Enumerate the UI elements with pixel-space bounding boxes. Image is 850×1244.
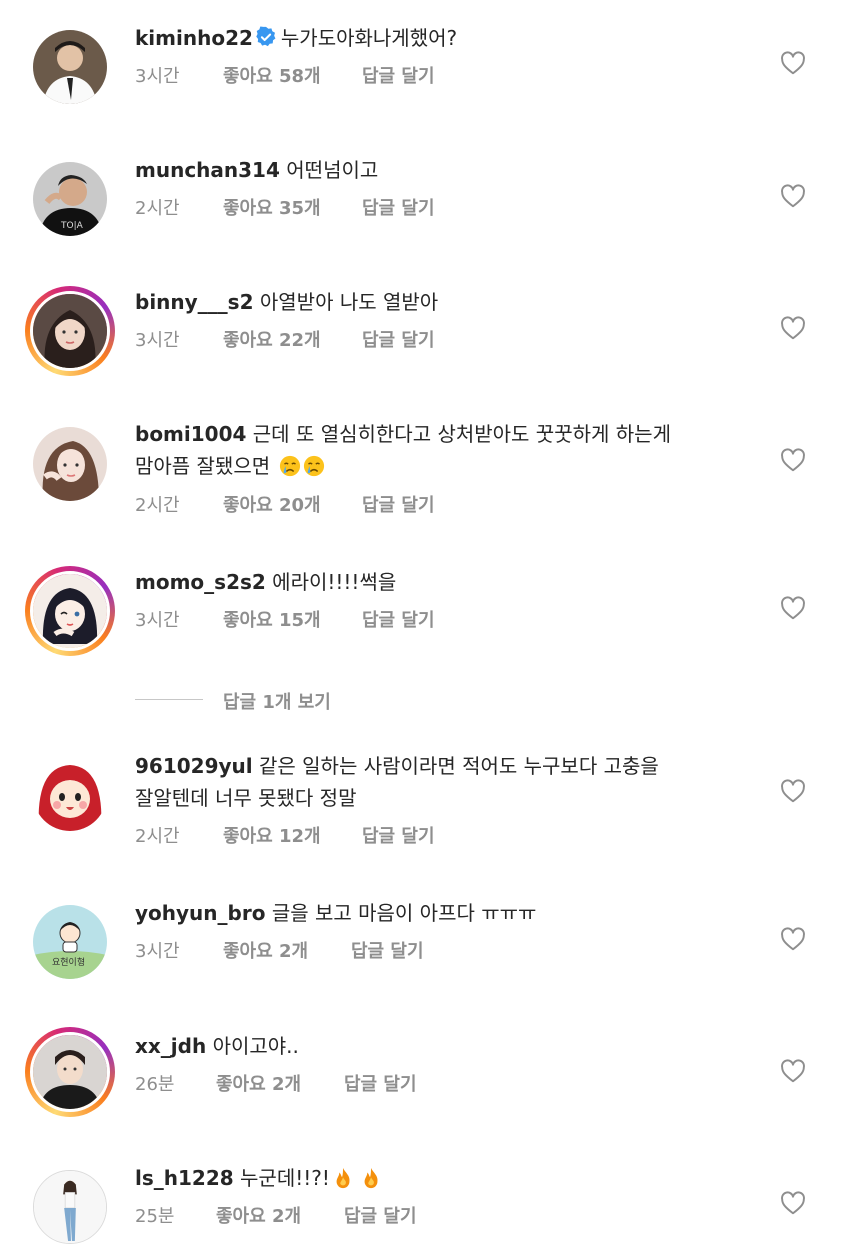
reply-button[interactable]: 답글 달기 [351,937,424,963]
username[interactable]: ls_h1228 [135,1166,234,1190]
crying-face-emoji [303,455,324,477]
likes-count[interactable]: 좋아요 12개 [223,822,321,848]
avatar[interactable]: TO|A [33,162,107,236]
reply-button[interactable]: 답글 달기 [362,62,435,88]
heart-icon[interactable] [780,316,806,340]
likes-count[interactable]: 좋아요 35개 [223,194,321,220]
view-replies-label[interactable]: 답글 1개 보기 [223,688,331,714]
avatar-story-ring[interactable] [25,566,115,656]
comment-text: 아열받아 나도 열받아 [259,290,439,314]
comment-time: 25분 [135,1206,175,1227]
reply-button[interactable]: 답글 달기 [344,1070,417,1096]
comment-time: 3시간 [135,941,180,962]
comment-time: 2시간 [135,495,180,516]
comment-text: 누군데!!?! [240,1166,330,1190]
comment-time: 26분 [135,1074,175,1095]
crying-face-emoji [279,455,300,477]
avatar[interactable] [33,1170,107,1244]
comment-time: 2시간 [135,826,180,847]
username[interactable]: kiminho22 [135,26,253,50]
username[interactable]: binny___s2 [135,290,254,314]
heart-icon[interactable] [780,779,806,803]
svg-text:TO|A: TO|A [60,221,84,231]
heart-icon[interactable] [780,448,806,472]
avatar[interactable] [33,757,107,831]
reply-button[interactable]: 답글 달기 [362,491,435,517]
comment-text: 아이고야.. [212,1034,299,1058]
comment-text: 에라이!!!!썩을 [272,570,397,594]
comment-time: 2시간 [135,198,180,219]
comment-time: 3시간 [135,66,180,87]
heart-icon[interactable] [780,596,806,620]
likes-count[interactable]: 좋아요 2개 [216,1070,301,1096]
username[interactable]: bomi1004 [135,422,246,446]
view-replies-button[interactable]: 답글 1개 보기 [135,688,435,714]
reply-button[interactable]: 답글 달기 [344,1202,417,1228]
heart-icon[interactable] [780,1191,806,1215]
comment-text: 근데 또 열심히한다고 상처받아도 꿋꿋하게 하는게 [252,422,671,446]
likes-count[interactable]: 좋아요 2개 [223,937,308,963]
avatar[interactable]: 요현이형 [33,905,107,979]
username[interactable]: yohyun_bro [135,901,265,925]
comment-text-line2: 맘아픔 잘됐으면 [135,454,271,478]
comment-time: 3시간 [135,330,180,351]
reply-button[interactable]: 답글 달기 [362,606,435,632]
reply-button[interactable]: 답글 달기 [362,326,435,352]
fire-emoji [336,1167,350,1189]
reply-button[interactable]: 답글 달기 [362,822,435,848]
avatar-story-ring[interactable] [25,1027,115,1117]
username[interactable]: 961029yul [135,754,253,778]
avatar-story-ring[interactable] [25,286,115,376]
heart-icon[interactable] [780,1059,806,1083]
comment-text: 글을 보고 마음이 아프다 ㅠㅠㅠ [271,901,537,925]
comment-time: 3시간 [135,610,180,631]
likes-count[interactable]: 좋아요 15개 [223,606,321,632]
avatar[interactable] [33,30,107,104]
avatar[interactable] [33,427,107,501]
username[interactable]: momo_s2s2 [135,570,266,594]
reply-button[interactable]: 답글 달기 [362,194,435,220]
likes-count[interactable]: 좋아요 22개 [223,326,321,352]
username[interactable]: munchan314 [135,158,280,182]
likes-count[interactable]: 좋아요 2개 [216,1202,301,1228]
svg-text:요현이형: 요현이형 [52,957,85,968]
fire-emoji [364,1167,378,1189]
comment-text: 어떤넘이고 [286,158,379,182]
comment-text: 누가도아화나게했어? [280,26,458,50]
heart-icon[interactable] [780,51,806,75]
username[interactable]: xx_jdh [135,1034,206,1058]
heart-icon[interactable] [780,927,806,951]
verified-badge-icon [256,26,276,47]
heart-icon[interactable] [780,184,806,208]
comment-text: 같은 일하는 사람이라면 적어도 누구보다 고충을 [259,754,659,778]
likes-count[interactable]: 좋아요 58개 [223,62,321,88]
divider [135,699,203,700]
likes-count[interactable]: 좋아요 20개 [223,491,321,517]
comment-text-line2: 잘알텐데 너무 못됐다 정말 [135,786,357,810]
